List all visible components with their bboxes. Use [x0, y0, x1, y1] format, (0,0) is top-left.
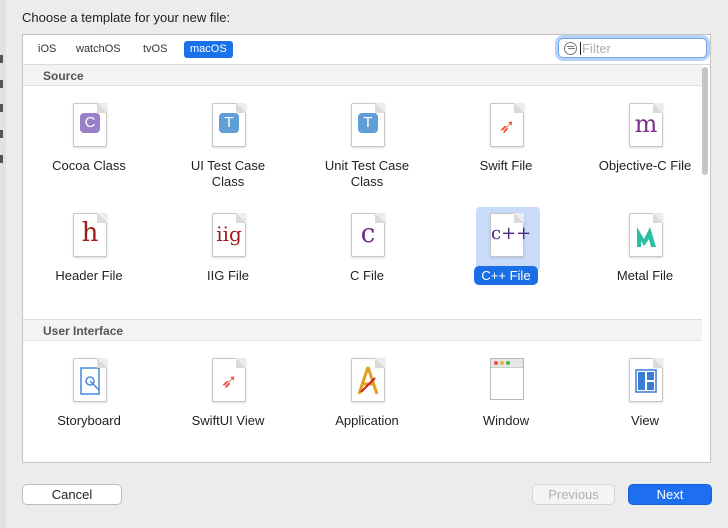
c-file-icon: c [351, 213, 385, 257]
application-icon [351, 358, 385, 402]
filter-input[interactable] [582, 40, 700, 56]
template-label: View [631, 413, 659, 428]
view-icon [629, 358, 663, 402]
iig-file-icon: iig [212, 213, 246, 257]
tab-tvos[interactable]: tvOS [137, 41, 173, 58]
template-label: Unit Test Case Class [324, 158, 410, 189]
scrollbar-thumb[interactable] [702, 67, 708, 175]
previous-button[interactable]: Previous [532, 484, 615, 505]
storyboard-icon [73, 358, 107, 402]
tab-macos[interactable]: macOS [184, 41, 233, 58]
section-header-user-interface: User Interface [23, 319, 702, 341]
template-label: C File [350, 268, 384, 283]
ui-test-case-icon: T [212, 103, 246, 147]
template-label: IIG File [207, 268, 249, 283]
template-label: Application [335, 413, 399, 428]
cancel-button[interactable]: Cancel [22, 484, 122, 505]
dialog-title: Choose a template for your new file: [22, 10, 231, 25]
header-file-icon: h [73, 213, 107, 257]
section-header-source: Source [23, 64, 702, 86]
tab-ios[interactable]: iOS [32, 41, 62, 58]
cpp-file-icon: c++ [490, 213, 531, 257]
template-label: Header File [55, 268, 123, 283]
window-icon [490, 358, 524, 400]
template-label: Window [482, 413, 530, 428]
tab-watchos[interactable]: watchOS [70, 41, 127, 58]
next-button[interactable]: Next [628, 484, 712, 505]
swiftui-icon: ➶ [212, 358, 246, 402]
platform-tabbar: iOS watchOS tvOS macOS [23, 35, 710, 65]
metal-icon [629, 213, 663, 257]
template-label: Cocoa Class [52, 158, 126, 173]
template-label: Storyboard [57, 413, 121, 428]
filter-icon [564, 42, 577, 55]
window-edge [0, 0, 6, 528]
template-label: SwiftUI View [191, 413, 265, 428]
unit-test-case-icon: T [351, 103, 385, 147]
template-scrollbar[interactable] [700, 65, 710, 462]
template-panel: iOS watchOS tvOS macOS Source C Cocoa Cl… [22, 34, 711, 463]
template-label: Swift File [479, 158, 533, 173]
text-caret [580, 42, 581, 55]
swift-icon: ➶ [490, 103, 524, 147]
template-label: UI Test Case Class [190, 158, 266, 189]
template-label: C++ File [456, 266, 556, 285]
objective-c-icon: m [629, 103, 663, 147]
template-label: Objective-C File [598, 158, 692, 173]
filter-field[interactable] [558, 38, 707, 58]
cocoa-class-icon: C [73, 103, 107, 147]
template-label: Metal File [616, 268, 674, 283]
